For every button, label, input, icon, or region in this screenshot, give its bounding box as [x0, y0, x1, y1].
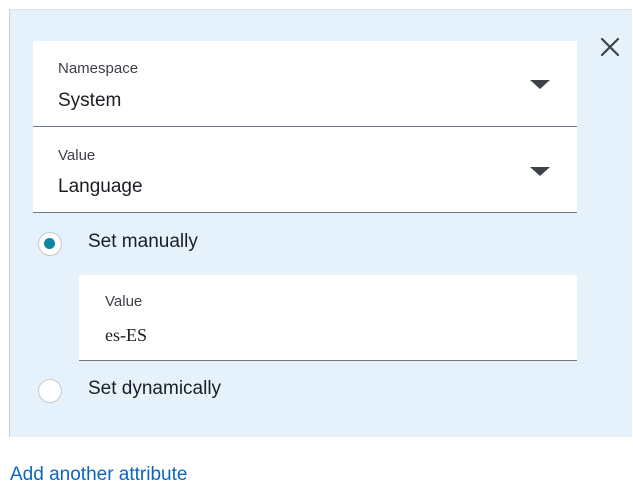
add-another-attribute-link[interactable]: Add another attribute [10, 464, 187, 486]
manual-value-field[interactable]: Value es-ES [79, 275, 577, 361]
caret-down-icon [530, 80, 550, 89]
radio-set-dynamically[interactable] [38, 379, 62, 403]
namespace-label: Namespace [58, 60, 139, 77]
value-select[interactable]: Value Language [33, 127, 577, 213]
radio-set-manually[interactable] [38, 232, 62, 256]
value-select-value: Language [58, 176, 143, 197]
close-icon [600, 37, 620, 57]
caret-down-icon [530, 167, 550, 176]
set-dynamically-label: Set dynamically [88, 378, 222, 399]
close-button[interactable] [598, 35, 622, 59]
value-select-label: Value [58, 147, 96, 164]
manual-value-label: Value [105, 293, 143, 310]
namespace-select[interactable]: Namespace System [33, 41, 577, 127]
namespace-value: System [58, 90, 122, 111]
set-manually-label: Set manually [88, 231, 198, 252]
manual-value-input[interactable]: es-ES [105, 325, 147, 346]
page: Namespace System Value Language Set manu… [0, 0, 633, 492]
